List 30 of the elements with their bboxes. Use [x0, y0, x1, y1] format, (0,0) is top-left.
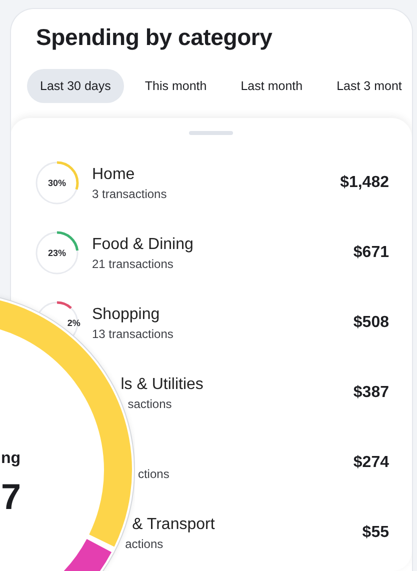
total-amount: 7 — [1, 476, 22, 518]
category-amount: $1,482 — [340, 174, 389, 192]
percent-ring-icon — [35, 231, 79, 275]
transaction-count: 3 transactions — [92, 186, 167, 200]
period-tab[interactable]: Last 30 days — [27, 69, 124, 103]
category-name: ls & Utilities — [120, 376, 204, 394]
transaction-count: 13 transactions — [92, 326, 174, 340]
category-amount: $508 — [353, 314, 389, 332]
transaction-count: actions — [125, 536, 164, 550]
category-amount: $387 — [353, 384, 389, 402]
card-title: Spending by category — [35, 23, 274, 51]
transaction-count: sactions — [128, 396, 172, 410]
percent-label: 2% — [67, 318, 80, 328]
category-amount: $55 — [362, 524, 389, 542]
category-name: Shopping — [92, 306, 160, 324]
percent-ring-icon — [35, 161, 79, 205]
transaction-count: ctions — [138, 466, 170, 480]
category-name: & Transport — [132, 516, 215, 534]
drag-handle[interactable] — [189, 131, 233, 135]
period-tab[interactable]: This month — [132, 69, 220, 103]
percent-label: 30% — [48, 178, 66, 188]
period-tab[interactable]: Last 3 mont — [324, 69, 412, 103]
category-name: Food & Dining — [92, 236, 194, 254]
transaction-count: 21 transactions — [92, 256, 174, 270]
category-amount: $671 — [353, 244, 389, 262]
period-tab[interactable]: Last month — [228, 69, 316, 103]
percent-label: 23% — [48, 248, 66, 258]
total-label: ng — [1, 450, 21, 468]
category-amount: $274 — [353, 454, 389, 472]
category-name: Home — [92, 166, 135, 184]
